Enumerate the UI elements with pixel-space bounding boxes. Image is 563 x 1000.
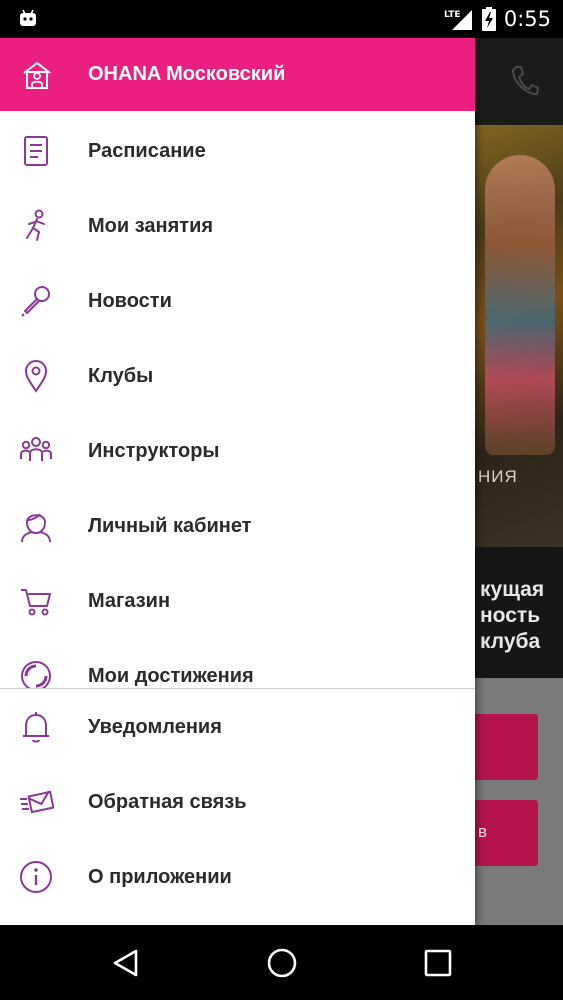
menu-label-about: О приложении	[88, 866, 232, 888]
home-icon[interactable]	[262, 943, 302, 983]
menu-item-shop[interactable]: Магазин	[0, 563, 475, 638]
menu-label-instructors: Инструкторы	[88, 440, 220, 462]
drawer-header[interactable]: OHANA Московский	[0, 38, 475, 111]
drawer-header-title: OHANA Московский	[88, 63, 286, 85]
menu-item-schedule[interactable]: Расписание	[0, 113, 475, 188]
user-avatar-icon	[21, 513, 51, 543]
status-bar: LTE 0:55	[0, 0, 563, 38]
menu-label-profile: Личный кабинет	[88, 515, 252, 537]
background-button-1[interactable]	[472, 714, 538, 780]
back-icon[interactable]	[106, 943, 146, 983]
menu-label-feedback: Обратная связь	[88, 791, 247, 813]
menu-label-my-classes: Мои занятия	[88, 215, 214, 237]
club-home-icon	[23, 62, 51, 89]
menu-label-achievements: Мои достижения	[88, 665, 254, 687]
drawer-footer-menu: Уведомления Обратная связь О приложении	[0, 689, 475, 925]
navigation-drawer: OHANA Московский Расписание Мои занятия	[0, 38, 475, 925]
location-pin-icon	[24, 360, 48, 393]
info-text: кущая ность клуба	[480, 578, 545, 653]
drawer-menu: Расписание Мои занятия Новости Клубы Инс…	[0, 111, 475, 688]
envelope-icon	[20, 790, 54, 814]
menu-label-schedule: Расписание	[88, 140, 206, 162]
phone-icon[interactable]	[509, 64, 539, 98]
menu-label-shop: Магазин	[88, 590, 171, 612]
bell-icon	[23, 712, 49, 743]
menu-item-news[interactable]: Новости	[0, 263, 475, 338]
android-notification-icon	[20, 9, 36, 26]
svg-text:LTE: LTE	[444, 10, 461, 20]
menu-label-notifications: Уведомления	[88, 716, 222, 738]
achievements-icon	[21, 661, 51, 688]
schedule-icon	[24, 136, 48, 166]
status-time: 0:55	[503, 7, 551, 31]
recent-apps-icon[interactable]	[418, 943, 458, 983]
menu-label-clubs: Клубы	[88, 365, 154, 387]
menu-label-news: Новости	[88, 290, 172, 312]
microphone-icon	[21, 286, 50, 317]
running-person-icon	[26, 209, 45, 241]
info-icon	[20, 861, 52, 893]
system-nav-bar	[0, 925, 563, 1000]
cart-icon	[21, 589, 51, 616]
menu-item-about[interactable]: О приложении	[0, 839, 475, 914]
hero-photo-figure	[485, 155, 555, 455]
menu-item-instructors[interactable]: Инструкторы	[0, 413, 475, 488]
hero-caption: НИЯ	[478, 467, 518, 486]
menu-item-profile[interactable]: Личный кабинет	[0, 488, 475, 563]
menu-item-clubs[interactable]: Клубы	[0, 338, 475, 413]
menu-item-achievements[interactable]: Мои достижения	[0, 638, 475, 688]
menu-item-feedback[interactable]: Обратная связь	[0, 764, 475, 839]
menu-item-my-classes[interactable]: Мои занятия	[0, 188, 475, 263]
background-button-text: в	[478, 822, 488, 841]
menu-item-notifications[interactable]: Уведомления	[0, 689, 475, 764]
people-icon	[20, 437, 52, 461]
battery-charging-icon	[481, 7, 496, 31]
lte-signal-icon: LTE	[444, 10, 472, 30]
